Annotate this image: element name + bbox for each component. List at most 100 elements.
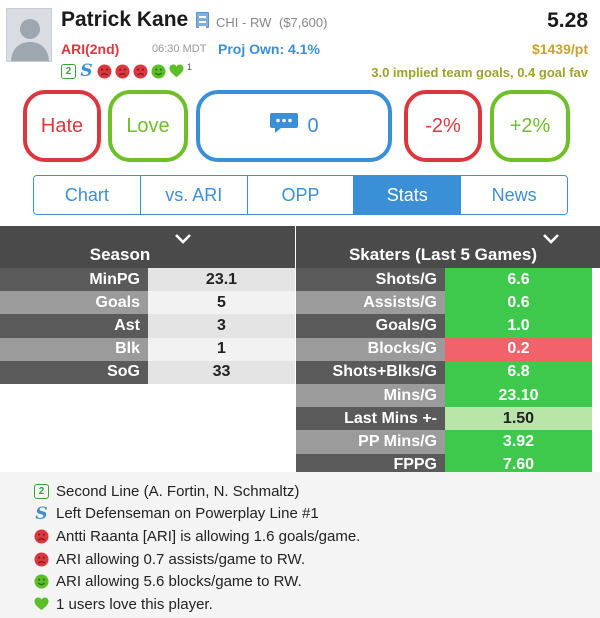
minus-2-percent-button[interactable]: -2% [404, 90, 482, 162]
season-table: Season MinPG 23.1 Goals 5 Ast 3 Blk 1 SoG 33 [0, 226, 295, 472]
stats-panel: Season MinPG 23.1 Goals 5 Ast 3 Blk 1 SoG 33 … [0, 226, 600, 472]
heart-icon [169, 64, 184, 79]
stat-value: 6.6 [445, 268, 592, 292]
stat-label: Shots+Blks/G [296, 360, 445, 384]
stat-value: 1.50 [445, 407, 592, 431]
plus-2-percent-button[interactable]: +2% [490, 90, 570, 162]
list-item: 1 users love this player. [33, 593, 600, 616]
player-notes: 2 Second Line (A. Fortin, N. Schmaltz) S… [0, 472, 600, 618]
line-2-icon: 2 [33, 483, 50, 499]
table-row: Assists/G 0.6 [296, 291, 600, 315]
smile-face-icon [151, 63, 166, 79]
stat-label: SoG [0, 360, 148, 384]
table-row: MinPG 23.1 [0, 268, 295, 292]
player-tags: 2 S 1 [61, 61, 193, 81]
list-item: Antti Raanta [ARI] is allowing 1.6 goals… [33, 525, 600, 548]
note-text: ARI allowing 0.7 assists/game to RW. [56, 550, 305, 568]
line-2-icon: 2 [61, 63, 76, 79]
table-row: SoG 33 [0, 360, 295, 384]
tab-stats[interactable]: Stats [354, 176, 462, 214]
season-title: Season [89, 245, 151, 264]
stat-label: MinPG [0, 268, 148, 292]
dollar-per-point: $1439/pt [531, 41, 588, 57]
note-text: Antti Raanta [ARI] is allowing 1.6 goals… [56, 527, 361, 545]
stat-label: FPPG [296, 453, 445, 472]
stat-label: Blocks/G [296, 337, 445, 361]
skaters-rows: Shots/G 6.6 Assists/G 0.6 Goals/G 1.0 Block… [296, 268, 600, 472]
table-row: PP Mins/G 3.92 [296, 430, 600, 454]
comment-icon [269, 111, 299, 141]
table-row: Shots/G 6.6 [296, 268, 600, 292]
stat-value: 23.10 [445, 383, 592, 408]
table-row: Blk 1 [0, 337, 295, 361]
player-name[interactable]: Patrick Kane [61, 8, 188, 32]
sad-face-icon [133, 63, 148, 79]
note-text: 1 users love this player. [56, 595, 213, 613]
tab-vs-ari[interactable]: vs. ARI [140, 176, 248, 214]
stat-value: 6.8 [445, 360, 592, 384]
stat-label: Goals/G [296, 314, 445, 338]
stat-value: 7.60 [445, 453, 592, 472]
stat-value: 1 [148, 337, 295, 361]
sad-face-icon [97, 63, 112, 79]
note-text: Second Line (A. Fortin, N. Schmaltz) [56, 482, 300, 500]
opponent: ARI(2nd) [61, 41, 120, 57]
tab-opp[interactable]: OPP [247, 176, 355, 214]
tab-news[interactable]: News [461, 176, 567, 214]
hate-button[interactable]: Hate [23, 90, 101, 162]
game-time: 06:30 MDT [152, 43, 207, 55]
table-row: Mins/G 23.10 [296, 383, 600, 408]
skaters-table: Skaters (Last 5 Games) Shots/G 6.6 Assist… [296, 226, 600, 472]
news-doc-icon[interactable] [196, 12, 209, 28]
implied-goals: 3.0 implied team goals, 0.4 goal fav [371, 65, 588, 80]
stat-label: Shots/G [296, 268, 445, 292]
tab-bar: Chart vs. ARI OPP Stats News [33, 175, 568, 215]
list-item: ARI allowing 5.6 blocks/game to RW. [33, 570, 600, 593]
table-row: Blocks/G 0.2 [296, 337, 600, 361]
skaters-title: Skaters (Last 5 Games) [348, 245, 538, 264]
comment-count: 0 [307, 114, 319, 137]
table-row: Last Mins +- 1.50 [296, 407, 600, 431]
stat-value: 3 [148, 314, 295, 338]
player-avatar [6, 8, 52, 62]
list-item: S Left Defenseman on Powerplay Line #1 [33, 503, 600, 526]
projected-ownership: Proj Own: 4.1% [218, 41, 320, 57]
stat-value: 23.1 [148, 268, 295, 292]
season-header[interactable]: Season [0, 226, 295, 268]
powerplay-icon: S [35, 503, 48, 524]
projected-points: 5.28 [547, 9, 588, 32]
skaters-header[interactable]: Skaters (Last 5 Games) [296, 226, 600, 268]
stat-label: Assists/G [296, 291, 445, 315]
table-row: Shots+Blks/G 6.8 [296, 360, 600, 384]
tab-chart[interactable]: Chart [34, 176, 141, 214]
note-text: ARI allowing 5.6 blocks/game to RW. [56, 573, 302, 591]
table-row: FPPG 7.60 [296, 453, 600, 472]
love-count: 1 [187, 62, 193, 72]
note-text: Left Defenseman on Powerplay Line #1 [56, 505, 319, 523]
stat-label: Goals [0, 291, 148, 315]
sad-face-icon [33, 529, 50, 544]
table-row: Goals 5 [0, 291, 295, 315]
powerplay-icon: S [80, 61, 93, 81]
heart-icon [33, 597, 50, 611]
stat-label: Last Mins +- [296, 407, 445, 431]
table-row: Goals/G 1.0 [296, 314, 600, 338]
stat-value: 0.6 [445, 291, 592, 315]
season-rows: MinPG 23.1 Goals 5 Ast 3 Blk 1 SoG 33 [0, 268, 295, 384]
list-item: ARI allowing 0.7 assists/game to RW. [33, 548, 600, 571]
love-button[interactable]: Love [108, 90, 188, 162]
table-row: Ast 3 [0, 314, 295, 338]
list-item: 2 Second Line (A. Fortin, N. Schmaltz) [33, 480, 600, 503]
stat-label: Mins/G [296, 383, 445, 408]
team-position: CHI - RW [216, 15, 272, 30]
stat-value: 1.0 [445, 314, 592, 338]
stat-label: Ast [0, 314, 148, 338]
stat-value: 0.2 [445, 337, 592, 361]
stat-label: Blk [0, 337, 148, 361]
stat-label: PP Mins/G [296, 430, 445, 454]
comment-button[interactable]: 0 [196, 90, 392, 162]
sad-face-icon [115, 63, 130, 79]
stat-value: 3.92 [445, 430, 592, 454]
stat-value: 33 [148, 360, 295, 384]
smile-face-icon [33, 574, 50, 589]
